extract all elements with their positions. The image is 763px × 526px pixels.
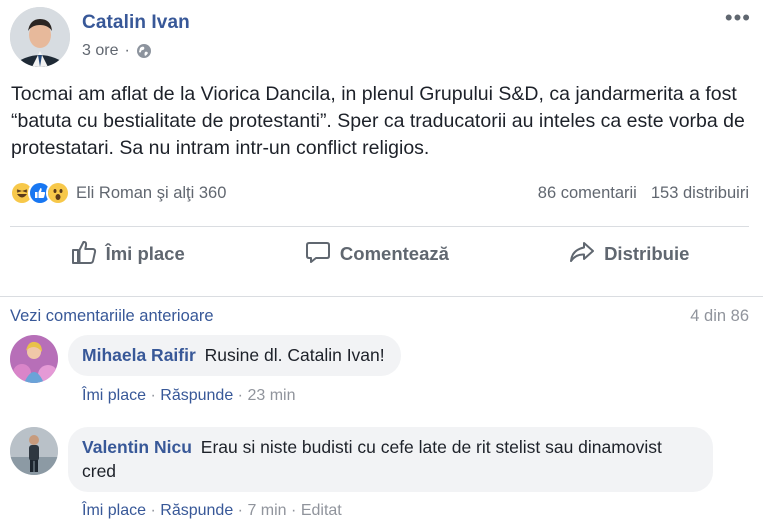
- commenter-avatar[interactable]: [10, 427, 58, 475]
- post-text: Tocmai am aflat de la Viorica Dancila, i…: [11, 83, 745, 159]
- wow-icon: [46, 181, 70, 205]
- dot-separator: ·: [150, 387, 156, 404]
- commenter-name[interactable]: Mihaela Raifir: [82, 345, 196, 365]
- comment-bubble: Mihaela Raifir Rusine dl. Catalin Ivan!: [68, 335, 401, 376]
- comment-text: Rusine dl. Catalin Ivan!: [204, 345, 385, 365]
- post-stats: Eli Roman şi alţi 360 86 comentarii 153 …: [10, 178, 749, 208]
- dot-separator: ·: [150, 502, 156, 519]
- author-avatar[interactable]: [10, 7, 70, 67]
- share-arrow-icon: [568, 238, 596, 271]
- share-button[interactable]: Distribuie: [568, 238, 689, 271]
- comment-like-link[interactable]: Îmi place: [82, 502, 146, 519]
- comment-bubble-icon: [304, 238, 332, 271]
- post-action-bar: Îmi place Comentează Distribuie: [10, 232, 749, 276]
- dot-separator: ·: [237, 387, 243, 404]
- comment-reply-link[interactable]: Răspunde: [160, 387, 233, 404]
- meta-separator: ·: [124, 42, 130, 59]
- commenter-avatar[interactable]: [10, 335, 58, 383]
- dot-separator: ·: [237, 502, 243, 519]
- comments-section: Vezi comentariile anterioare 4 din 86 Mi…: [0, 296, 763, 526]
- thumbs-up-icon: [70, 238, 98, 271]
- shares-count[interactable]: 153 distribuiri: [651, 184, 749, 203]
- post-time[interactable]: 3 ore: [82, 42, 118, 60]
- comment-edited-label[interactable]: Editat: [301, 502, 342, 519]
- comment-time[interactable]: 23 min: [247, 387, 295, 404]
- comment-actions: Îmi place · Răspunde · 7 min · Editat: [82, 502, 342, 520]
- engagement-counts: 86 comentarii 153 distribuiri: [538, 184, 749, 203]
- comment-actions: Îmi place · Răspunde · 23 min: [82, 387, 295, 405]
- comments-count[interactable]: 86 comentarii: [538, 184, 637, 203]
- comments-page-count: 4 din 86: [690, 307, 749, 325]
- post-header: Catalin Ivan 3 ore · •••: [10, 6, 753, 70]
- comment-like-link[interactable]: Îmi place: [82, 387, 146, 404]
- more-options-icon[interactable]: •••: [725, 7, 751, 29]
- dot-separator: ·: [291, 502, 297, 519]
- comment-time[interactable]: 7 min: [247, 502, 286, 519]
- globe-icon: [136, 43, 152, 59]
- reaction-icons[interactable]: [10, 181, 70, 205]
- comment-bubble: Valentin Nicu Erau si niste budisti cu c…: [68, 427, 713, 492]
- comment-reply-link[interactable]: Răspunde: [160, 502, 233, 519]
- commenter-name[interactable]: Valentin Nicu: [82, 437, 192, 457]
- post-author-name[interactable]: Catalin Ivan: [82, 12, 190, 34]
- share-button-label: Distribuie: [604, 243, 690, 264]
- view-previous-comments-link[interactable]: Vezi comentariile anterioare: [10, 307, 214, 326]
- comment-button[interactable]: Comentează: [304, 238, 449, 271]
- like-button-label: Îmi place: [105, 243, 185, 264]
- comment-item: Valentin Nicu Erau si niste budisti cu c…: [10, 427, 750, 526]
- reactions-summary[interactable]: Eli Roman şi alţi 360: [76, 184, 226, 203]
- divider: [10, 226, 749, 227]
- comment-button-label: Comentează: [339, 243, 449, 264]
- comment-item: Mihaela Raifir Rusine dl. Catalin Ivan! …: [10, 335, 750, 415]
- post-meta: 3 ore ·: [82, 42, 152, 60]
- like-button[interactable]: Îmi place: [70, 238, 185, 271]
